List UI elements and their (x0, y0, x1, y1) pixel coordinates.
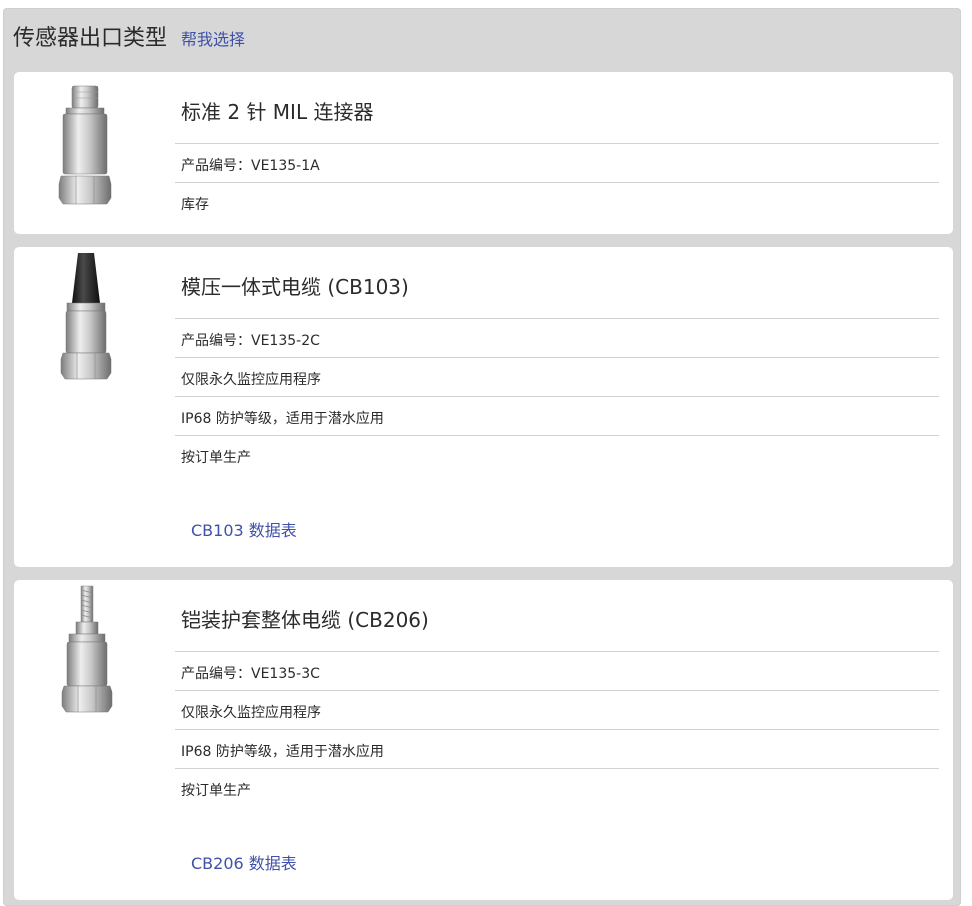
cb206-datasheet-link[interactable]: CB206 数据表 (191, 850, 297, 874)
product-name: 铠装护套整体电缆 (CB206) (181, 608, 429, 632)
product-feature: IP68 防护等级，适用于潜水应用 (175, 396, 939, 435)
panel-header: 传感器出口类型 帮我选择 (13, 20, 245, 60)
part-number: 产品编号：VE135-3C (175, 651, 939, 690)
molded-cable-sensor-icon (60, 253, 112, 380)
part-number: 产品编号：VE135-1A (175, 143, 939, 182)
product-info: 铠装护套整体电缆 (CB206) 产品编号：VE135-3C 仅限永久监控应用程… (175, 580, 939, 807)
outlet-type-panel: 传感器出口类型 帮我选择 标准 2 针 MIL 连接器 产品编号：VE135-1… (3, 8, 961, 906)
product-card-cb206[interactable]: 铠装护套整体电缆 (CB206) 产品编号：VE135-3C 仅限永久监控应用程… (14, 580, 953, 900)
armored-cable-sensor-icon (61, 585, 113, 713)
product-info: 模压一体式电缆 (CB103) 产品编号：VE135-2C 仅限永久监控应用程序… (175, 247, 939, 474)
product-name: 模压一体式电缆 (CB103) (181, 275, 409, 299)
help-me-choose-link[interactable]: 帮我选择 (181, 26, 245, 50)
product-card-mil-connector[interactable]: 标准 2 针 MIL 连接器 产品编号：VE135-1A 库存 (14, 72, 953, 234)
part-number: 产品编号：VE135-2C (175, 318, 939, 357)
product-feature: 仅限永久监控应用程序 (175, 690, 939, 729)
product-feature: 按订单生产 (175, 435, 939, 474)
product-feature: 库存 (175, 182, 939, 221)
product-info: 标准 2 针 MIL 连接器 产品编号：VE135-1A 库存 (175, 72, 939, 221)
panel-title: 传感器出口类型 (13, 26, 168, 51)
product-name: 标准 2 针 MIL 连接器 (181, 100, 374, 124)
product-feature: 仅限永久监控应用程序 (175, 357, 939, 396)
cb103-datasheet-link[interactable]: CB103 数据表 (191, 517, 297, 541)
product-feature: 按订单生产 (175, 768, 939, 807)
product-card-cb103[interactable]: 模压一体式电缆 (CB103) 产品编号：VE135-2C 仅限永久监控应用程序… (14, 247, 953, 567)
mil-connector-sensor-icon (58, 85, 112, 205)
product-feature: IP68 防护等级，适用于潜水应用 (175, 729, 939, 768)
